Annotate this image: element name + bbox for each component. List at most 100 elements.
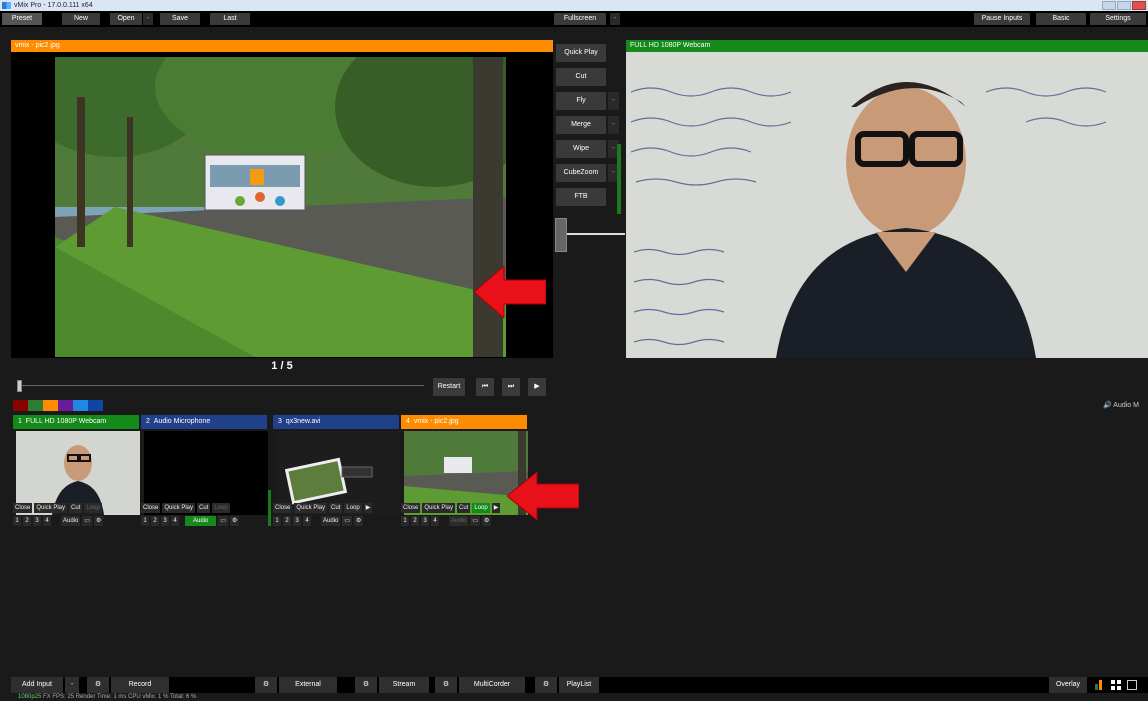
open-dropdown[interactable]: - <box>143 13 153 25</box>
fly-button[interactable]: Fly <box>556 92 606 110</box>
cut-button[interactable]: Cut <box>329 503 343 513</box>
merge-button[interactable]: Merge <box>556 116 606 134</box>
quick-play-button[interactable]: Quick Play <box>294 503 328 513</box>
restart-button[interactable]: Restart <box>433 378 465 396</box>
swatch-orange[interactable] <box>43 400 58 411</box>
save-button[interactable]: Save <box>160 13 200 25</box>
overlay-1-button[interactable]: 1 <box>13 516 21 526</box>
preset-button[interactable]: Preset <box>2 13 42 25</box>
settings-button[interactable]: Settings <box>1090 13 1146 25</box>
last-button[interactable]: Last <box>210 13 250 25</box>
fly-dropdown[interactable]: - <box>608 92 619 110</box>
quick-play-button[interactable]: Quick Play <box>556 44 606 62</box>
loop-button[interactable]: Loop <box>472 503 490 513</box>
merge-dropdown[interactable]: - <box>608 116 619 134</box>
external-gear-icon[interactable]: ⚙ <box>255 677 277 693</box>
playlist-gear-icon[interactable]: ⚙ <box>535 677 557 693</box>
audio-button[interactable]: Audio <box>449 516 469 526</box>
gear-icon[interactable]: ⚙ <box>482 516 492 526</box>
t-bar-handle[interactable] <box>555 218 567 252</box>
stream-button[interactable]: Stream <box>379 677 429 693</box>
audio-button[interactable]: Audio <box>321 516 341 526</box>
ftb-button[interactable]: FTB <box>556 188 606 206</box>
open-button[interactable]: Open <box>110 13 142 25</box>
preview-window[interactable] <box>11 52 553 358</box>
overlay-button[interactable]: Overlay <box>1049 677 1087 693</box>
output-window[interactable] <box>626 52 1148 358</box>
seek-thumb[interactable] <box>17 380 22 392</box>
audio-mixer-toggle[interactable]: 🔊 Audio M <box>1103 401 1139 409</box>
stream-gear-icon[interactable]: ⚙ <box>355 677 377 693</box>
external-button[interactable]: External <box>279 677 337 693</box>
close-button[interactable]: Close <box>13 503 33 513</box>
monitor-icon[interactable]: ▭ <box>218 516 229 526</box>
cut-button[interactable]: Cut <box>457 503 471 513</box>
loop-button[interactable]: Loop <box>84 503 102 513</box>
layout-icon[interactable] <box>1127 680 1137 690</box>
minimize-button[interactable] <box>1102 1 1116 10</box>
monitor-icon[interactable]: ▭ <box>82 516 93 526</box>
monitor-icon[interactable]: ▭ <box>470 516 481 526</box>
audio-button[interactable]: Audio <box>61 516 81 526</box>
play-icon[interactable]: ▶ <box>363 503 373 513</box>
cubezoom-button[interactable]: CubeZoom <box>556 164 606 182</box>
basic-button[interactable]: Basic <box>1036 13 1086 25</box>
overlay-1-button[interactable]: 1 <box>273 516 281 526</box>
maximize-button[interactable] <box>1117 1 1131 10</box>
grid-view-icon[interactable] <box>1111 680 1121 690</box>
swatch-red[interactable] <box>13 400 28 411</box>
loop-button[interactable]: Loop <box>344 503 362 513</box>
wipe-button[interactable]: Wipe <box>556 140 606 158</box>
overlay-1-button[interactable]: 1 <box>401 516 409 526</box>
play-icon[interactable]: ▶ <box>491 503 501 513</box>
pause-inputs-button[interactable]: Pause Inputs <box>974 13 1030 25</box>
gear-icon[interactable]: ⚙ <box>354 516 364 526</box>
playlist-button[interactable]: PlayList <box>559 677 599 693</box>
overlay-4-button[interactable]: 4 <box>303 516 311 526</box>
overlay-2-button[interactable]: 2 <box>283 516 291 526</box>
overlay-2-button[interactable]: 2 <box>151 516 159 526</box>
swatch-purple[interactable] <box>58 400 73 411</box>
new-button[interactable]: New <box>62 13 100 25</box>
overlay-4-button[interactable]: 4 <box>431 516 439 526</box>
quick-play-button[interactable]: Quick Play <box>162 503 196 513</box>
close-button[interactable]: Close <box>273 503 293 513</box>
next-icon[interactable]: ⏭ <box>502 378 520 396</box>
audio-button[interactable]: Audio <box>185 516 217 526</box>
fullscreen-button[interactable]: Fullscreen <box>554 13 606 25</box>
swatch-dark-blue[interactable] <box>88 400 103 411</box>
gear-icon[interactable]: ⚙ <box>230 516 240 526</box>
overlay-3-button[interactable]: 3 <box>33 516 41 526</box>
overlay-4-button[interactable]: 4 <box>43 516 51 526</box>
overlay-3-button[interactable]: 3 <box>161 516 169 526</box>
monitor-icon[interactable]: ▭ <box>342 516 353 526</box>
quick-play-button[interactable]: Quick Play <box>34 503 68 513</box>
previous-icon[interactable]: ⏮ <box>476 378 494 396</box>
overlay-2-button[interactable]: 2 <box>411 516 419 526</box>
loop-button[interactable]: Loop <box>212 503 230 513</box>
swatch-green[interactable] <box>28 400 43 411</box>
multicorder-gear-icon[interactable]: ⚙ <box>435 677 457 693</box>
overlay-2-button[interactable]: 2 <box>23 516 31 526</box>
play-icon[interactable]: ▶ <box>528 378 546 396</box>
swatch-blue[interactable] <box>73 400 88 411</box>
close-button[interactable]: Close <box>141 503 161 513</box>
seek-bar[interactable] <box>20 385 424 386</box>
add-input-dropdown[interactable]: - <box>65 677 79 693</box>
overlay-4-button[interactable]: 4 <box>171 516 179 526</box>
multicorder-button[interactable]: MultiCorder <box>459 677 525 693</box>
fullscreen-dropdown[interactable]: - <box>610 13 620 25</box>
overlay-3-button[interactable]: 3 <box>293 516 301 526</box>
quick-play-button[interactable]: Quick Play <box>422 503 456 513</box>
add-input-button[interactable]: Add Input <box>11 677 63 693</box>
close-button[interactable]: Close <box>401 503 421 513</box>
gear-icon[interactable]: ⚙ <box>94 516 104 526</box>
cut-button[interactable]: Cut <box>197 503 211 513</box>
cut-button[interactable]: Cut <box>69 503 83 513</box>
overlay-1-button[interactable]: 1 <box>141 516 149 526</box>
record-gear-icon[interactable]: ⚙ <box>87 677 109 693</box>
record-button[interactable]: Record <box>111 677 169 693</box>
cut-button[interactable]: Cut <box>556 68 606 86</box>
close-window-button[interactable] <box>1132 1 1146 10</box>
overlay-3-button[interactable]: 3 <box>421 516 429 526</box>
